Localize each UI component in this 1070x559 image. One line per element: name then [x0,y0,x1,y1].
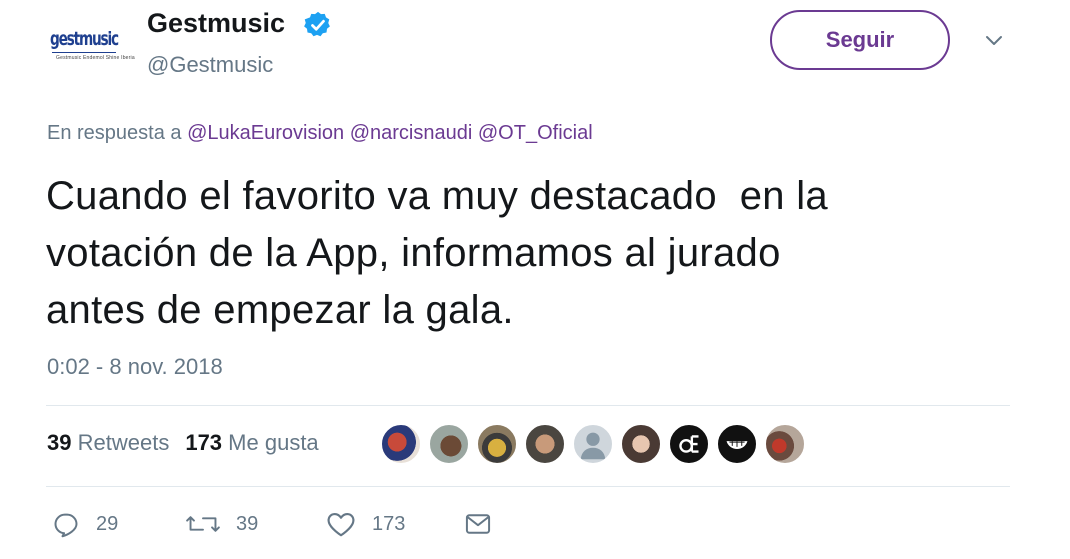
display-name[interactable]: Gestmusic [147,8,285,39]
logo-icon [679,435,699,453]
liker-avatar[interactable] [668,423,710,465]
tweet-stats: 39 Retweets 173 Me gusta [47,430,319,456]
smile-icon [726,441,748,449]
reply-count: 29 [96,512,119,535]
liker-avatar[interactable] [620,423,662,465]
user-handle[interactable]: @Gestmusic [147,52,273,78]
tweet-timestamp[interactable]: 0:02 - 8 nov. 2018 [47,354,223,380]
avatar[interactable]: gestmusic Gestmusic Endemol Shine Iberia [42,12,135,74]
chevron-down-icon[interactable] [982,28,1006,52]
likes-label: Me gusta [228,430,319,455]
like-action[interactable]: 173 [326,510,405,538]
liker-avatar[interactable] [764,423,806,465]
tweet-line: Cuando el favorito va muy destacado en l… [46,174,828,218]
liker-avatar[interactable] [572,423,614,465]
retweet-icon [186,516,220,532]
retweet-action[interactable]: 39 [186,510,258,538]
default-avatar-icon [580,432,606,460]
liker-avatar[interactable] [716,423,758,465]
envelope-icon [465,514,491,534]
verified-badge-icon [304,11,330,37]
retweet-count: 39 [236,512,259,535]
mention-link[interactable]: @LukaEurovision [187,122,344,144]
reply-prefix: En respuesta a [47,122,182,144]
liker-avatar[interactable] [524,423,566,465]
tweet-line: votación de la App, informamos al jurado [46,231,781,275]
heart-icon [327,512,355,537]
reply-action[interactable]: 29 [52,510,118,538]
divider [46,405,1010,406]
liker-avatar[interactable] [476,423,518,465]
retweets-label: Retweets [77,430,170,455]
liker-avatar[interactable] [428,423,470,465]
logo-underline [52,52,116,53]
reply-context: En respuesta a @LukaEurovision @narcisna… [47,122,593,145]
like-count: 173 [372,512,406,535]
retweets-count: 39 [47,430,72,455]
mention-link[interactable]: @narcisnaudi [350,122,473,144]
likes-count: 173 [185,430,223,455]
reply-icon [54,513,78,538]
likes-stat[interactable]: 173 Me gusta [185,430,318,455]
follow-button[interactable]: Seguir [770,10,950,70]
liker-avatar[interactable] [380,423,422,465]
divider [46,486,1010,487]
retweets-stat[interactable]: 39 Retweets [47,430,169,455]
tweet-text: Cuando el favorito va muy destacado en l… [46,168,1036,339]
direct-message-action[interactable] [464,510,508,538]
mention-link[interactable]: @OT_Oficial [478,122,593,144]
logo-subtext: Gestmusic Endemol Shine Iberia [56,55,135,61]
gestmusic-logo: gestmusic [50,28,119,50]
tweet-line: antes de empezar la gala. [46,288,514,332]
